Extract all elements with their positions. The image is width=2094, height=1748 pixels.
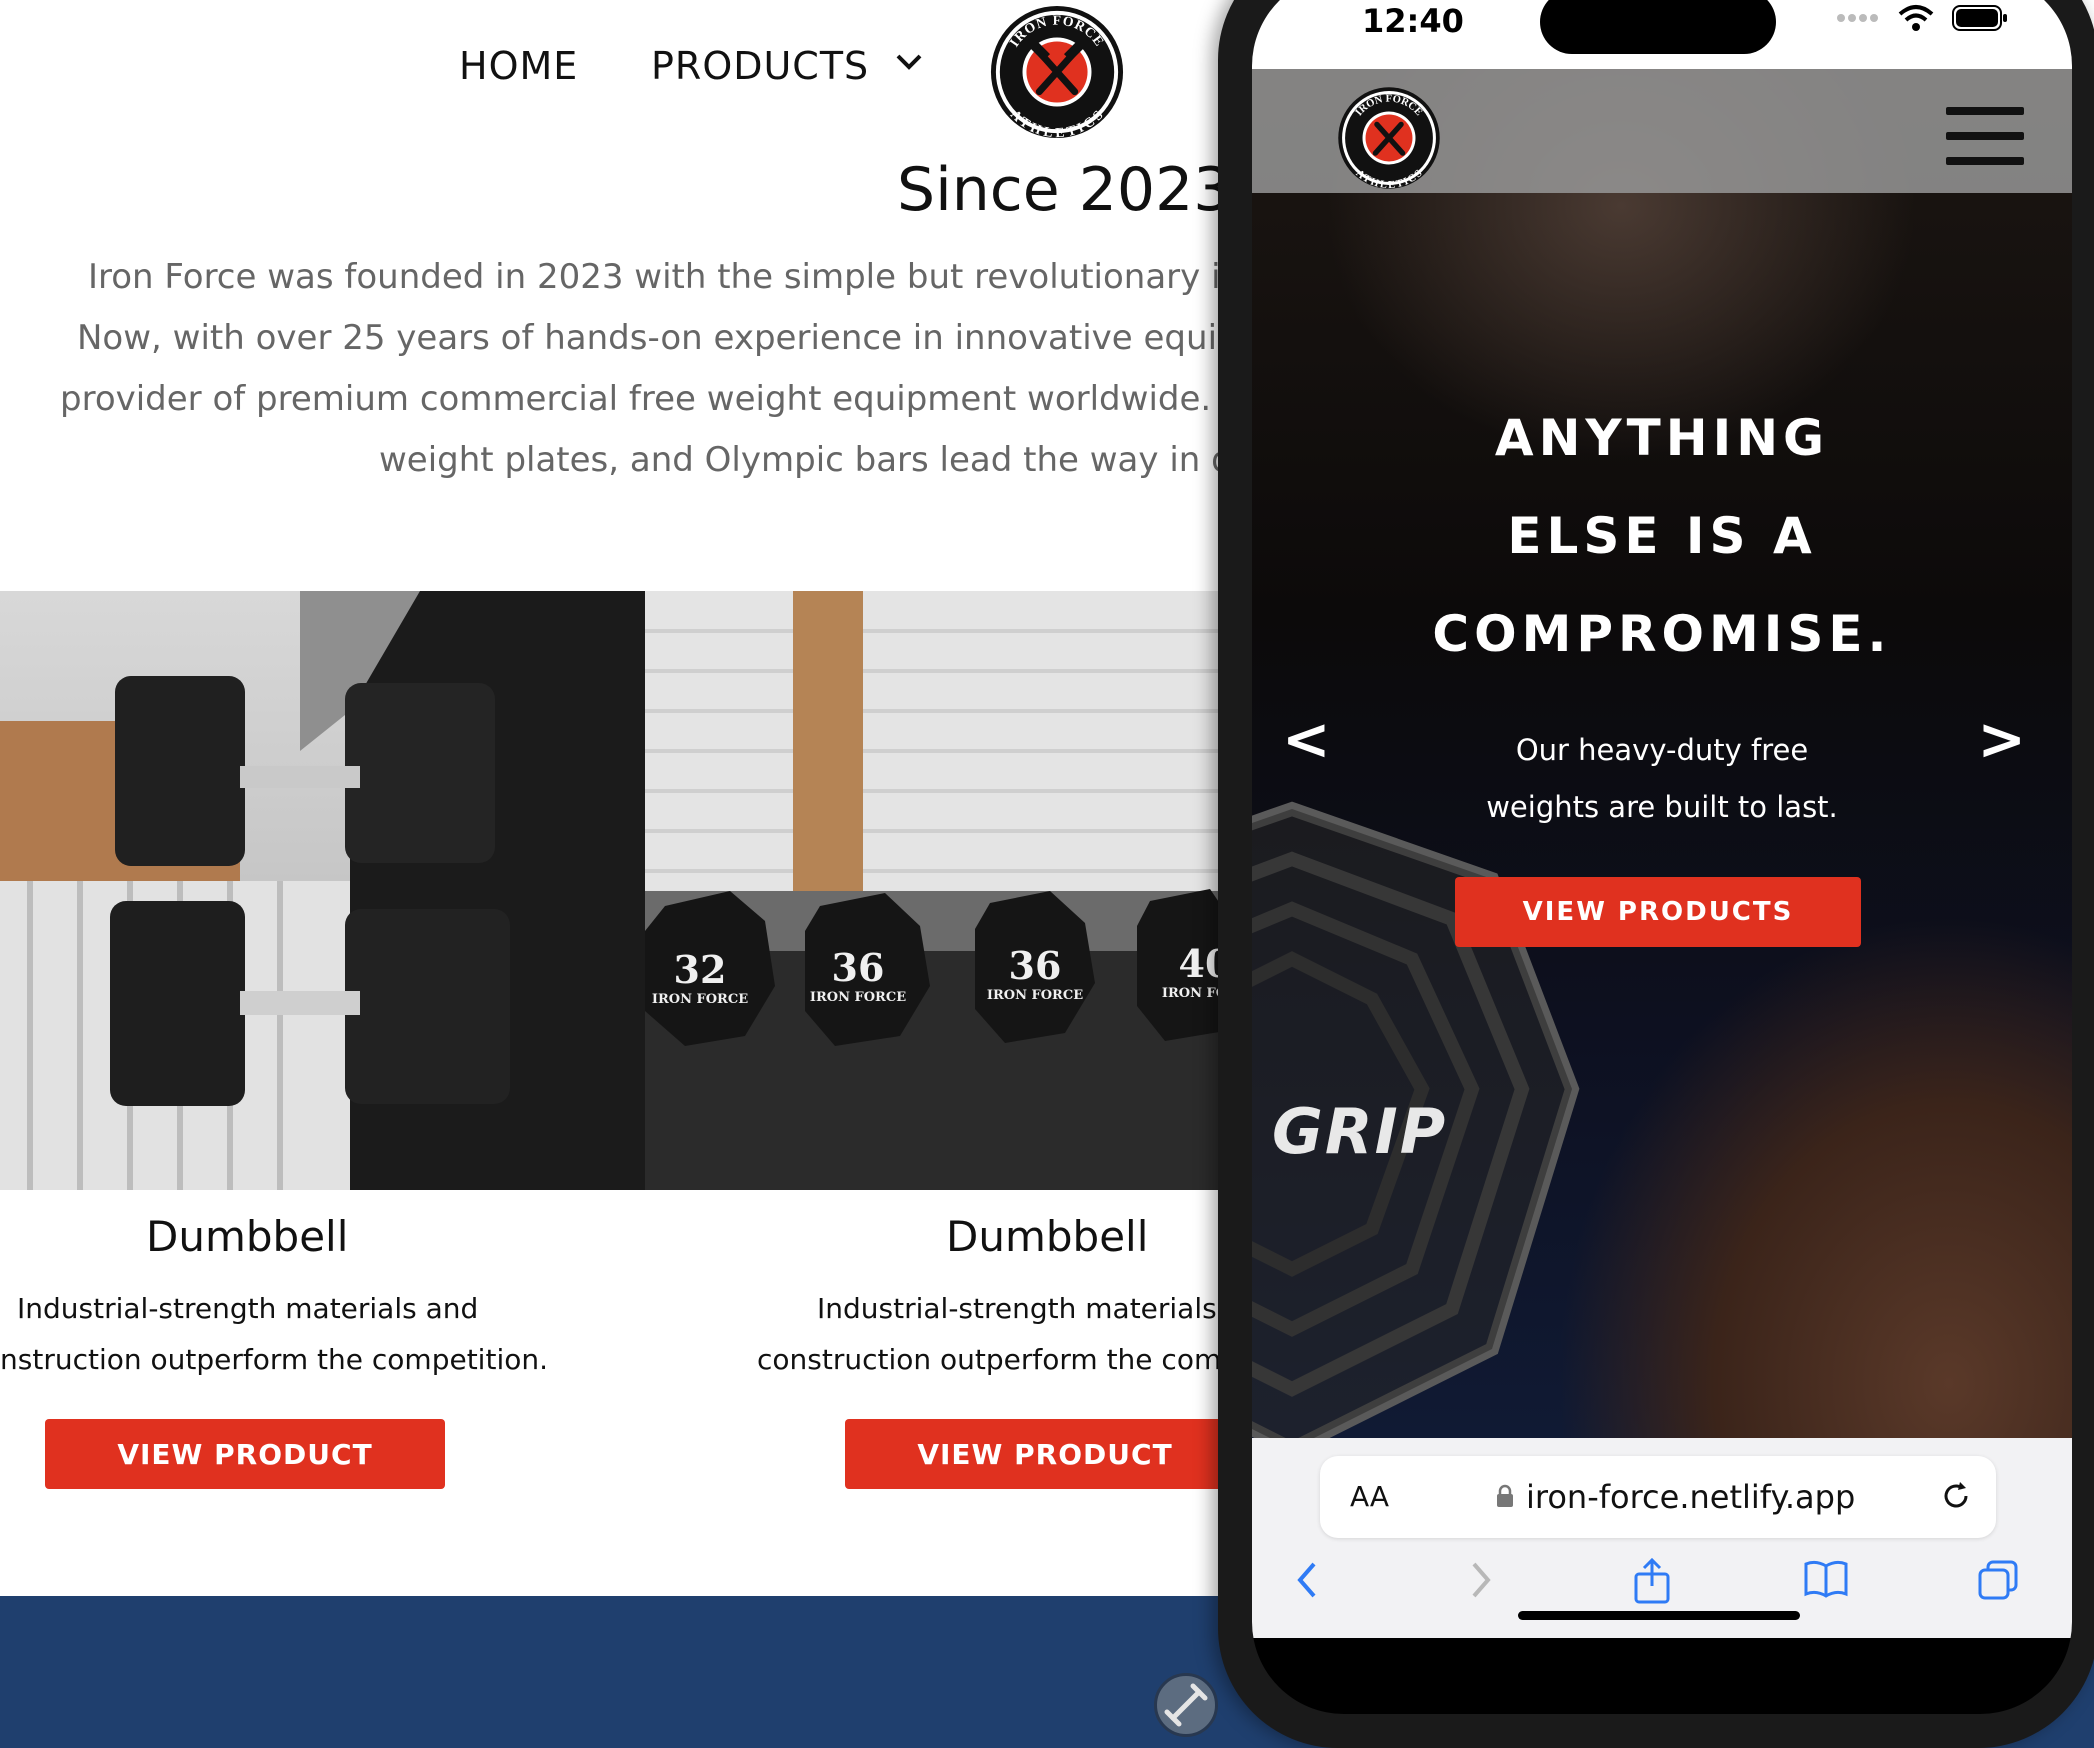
view-products-button[interactable]: VIEW PRODUCTS	[1455, 877, 1861, 947]
product-description: nstruction outperform the competition.	[0, 1343, 548, 1376]
browser-toolbar	[1252, 1550, 2072, 1610]
nav-products-link[interactable]: PRODUCTS	[651, 44, 922, 88]
bookmarks-icon[interactable]	[1802, 1558, 1850, 1598]
address-bar[interactable]: AA iron-force.netlify.app	[1320, 1456, 1996, 1538]
hero-subtitle-line: weights are built to last.	[1486, 790, 1838, 824]
dumbbell-rack-photo	[0, 591, 645, 1190]
brand-logo[interactable]: IRON FORCE ATHLETICS	[988, 3, 1126, 141]
product-description: construction outperform the com	[757, 1343, 1222, 1376]
status-icons	[1836, 4, 2008, 32]
dumbbell-brand-label: IRON FORCE	[1162, 986, 1225, 1001]
wifi-icon	[1898, 5, 1934, 31]
nav-home-link[interactable]: HOME	[459, 44, 578, 88]
hero-title-line: COMPROMISE.	[1432, 605, 1892, 663]
home-indicator[interactable]	[1518, 1611, 1800, 1620]
reload-icon[interactable]	[1938, 1478, 1974, 1514]
hero-title-line: ELSE IS A	[1507, 507, 1817, 565]
status-time: 12:40	[1362, 2, 1464, 40]
product-title: Dumbbell	[146, 1212, 349, 1261]
hero-carousel: IRON FORCE ATHLETICS ANYTHING ELSE IS A …	[1252, 69, 2072, 1438]
browser-chrome: AA iron-force.netlify.app	[1252, 1438, 2072, 1638]
tabs-icon[interactable]	[1976, 1558, 2020, 1602]
dumbbell-icon[interactable]	[1154, 1673, 1218, 1737]
about-text-line: Now, with over 25 years of hands-on expe…	[77, 318, 1293, 358]
about-text-line: Iron Force was founded in 2023 with the …	[88, 257, 1264, 297]
dumbbell-brand-label: IRON FORCE	[810, 990, 906, 1005]
product-description: Industrial-strength materials	[817, 1292, 1217, 1325]
product-title: Dumbbell	[946, 1212, 1149, 1261]
text-size-button[interactable]: AA	[1350, 1480, 1389, 1513]
dynamic-island	[1540, 0, 1776, 54]
about-text-line: weight plates, and Olympic bars lead the…	[379, 440, 1276, 480]
dumbbell-brand-label: IRON FORCE	[987, 988, 1083, 1003]
forward-icon[interactable]	[1466, 1558, 1496, 1602]
hero-subtitle-line: Our heavy-duty free	[1515, 733, 1809, 767]
chevron-down-icon	[896, 54, 922, 70]
dumbbell-weight-label: 36	[1009, 943, 1062, 988]
dumbbell-weight-label: 32	[674, 947, 727, 992]
dumbbell-brand-label: IRON FORCE	[652, 992, 748, 1007]
phone-screen: 12:40 IRON FORCE ATHLETICS ANYTHING ELSE…	[1252, 0, 2072, 1714]
grip-lettering: GRIP	[1272, 1095, 1448, 1168]
product-image-dumbbell-row: 32 36 36 40 IRON FORCE IRON FORCE IRON F…	[645, 591, 1225, 1190]
status-bar: 12:40	[1252, 0, 2072, 69]
back-icon[interactable]	[1292, 1558, 1322, 1602]
phone-mockup: 12:40 IRON FORCE ATHLETICS ANYTHING ELSE…	[1218, 0, 2094, 1748]
view-product-button[interactable]: VIEW PRODUCT	[45, 1419, 445, 1489]
view-product-button[interactable]: VIEW PRODUCT	[845, 1419, 1245, 1489]
share-icon[interactable]	[1632, 1558, 1672, 1604]
about-heading: Since 2023	[897, 155, 1232, 225]
nav-products-label: PRODUCTS	[651, 44, 870, 88]
hamburger-menu-icon[interactable]	[1946, 107, 2024, 165]
hero-title-line: ANYTHING	[1494, 409, 1830, 467]
brand-logo[interactable]: IRON FORCE ATHLETICS	[1336, 85, 1442, 191]
mobile-header: IRON FORCE ATHLETICS	[1252, 69, 2072, 193]
signal-icon	[1837, 14, 1878, 22]
about-text-line: provider of premium commercial free weig…	[60, 379, 1271, 419]
battery-icon	[1952, 5, 2007, 31]
product-image-dumbbell-rack	[0, 591, 645, 1190]
product-description: Industrial-strength materials and	[17, 1292, 479, 1325]
dumbbell-row-photo: 32 36 36 40 IRON FORCE IRON FORCE IRON F…	[645, 591, 1225, 1190]
lock-icon	[1497, 1484, 1513, 1507]
url-text[interactable]: iron-force.netlify.app	[1526, 1478, 1855, 1516]
dumbbell-weight-label: 36	[832, 945, 885, 990]
